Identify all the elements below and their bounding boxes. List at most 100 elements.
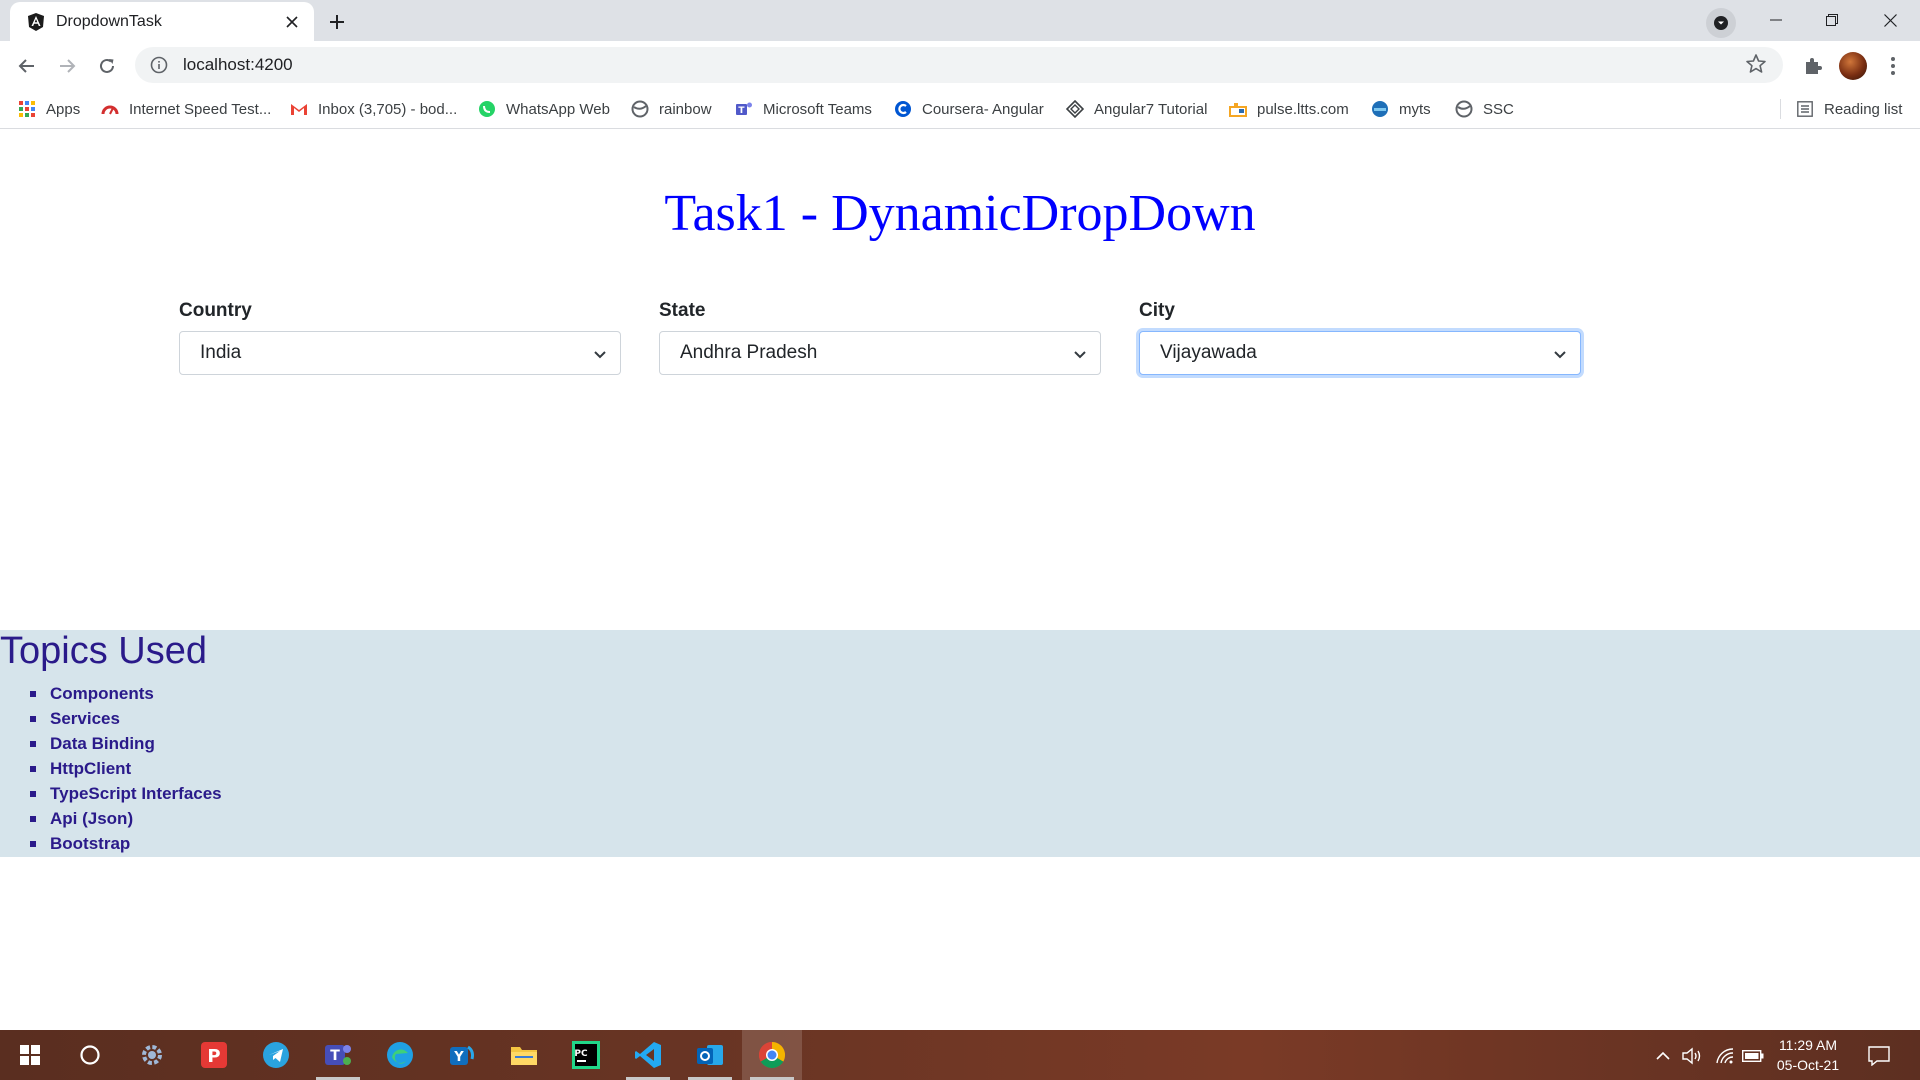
teams-icon: T [325,1045,351,1065]
forward-button[interactable] [50,49,84,83]
star-icon[interactable] [1745,53,1769,77]
topic-label: Components [50,683,154,703]
extensions-button[interactable] [1796,49,1830,83]
topic-label: Bootstrap [50,833,131,853]
list-item: Api (Json) [30,806,222,831]
show-hidden-icons-button[interactable] [1652,1045,1674,1067]
battery-button[interactable] [1742,1045,1764,1067]
chevron-down-icon [1552,346,1568,362]
profile-button[interactable] [1836,49,1870,83]
apps-grid-icon [18,100,36,118]
city-field: City Vijayawada [1139,300,1581,375]
info-icon[interactable] [149,55,169,75]
back-button[interactable] [10,49,44,83]
globe-icon [1455,100,1473,118]
volume-button[interactable] [1682,1045,1704,1067]
bookmark-pulse[interactable]: pulse.ltts.com [1229,97,1349,121]
taskbar-clock[interactable]: 11:29 AM 05-Oct-21 [1770,1035,1846,1075]
bookmark-label: Inbox (3,705) - bod... [318,100,458,118]
bookmark-apps[interactable]: Apps [18,97,80,121]
whatsapp-icon [478,100,496,118]
network-button[interactable] [1714,1045,1736,1067]
browser-tab[interactable]: DropdownTask [10,2,314,41]
list-item: HttpClient [30,756,222,781]
bullet-icon [30,790,36,797]
bookmark-label: Internet Speed Test... [129,100,272,118]
bookmarks-separator [1780,99,1781,119]
reading-list-button[interactable]: Reading list [1796,97,1902,121]
topic-label: Data Binding [50,733,155,753]
taskbar-pycharm[interactable]: PC [556,1030,616,1080]
outlook-icon [697,1045,723,1065]
speedometer-icon [101,100,119,118]
bookmark-label: WhatsApp Web [506,100,610,118]
notification-icon [1868,1046,1890,1066]
taskbar-vscode[interactable] [618,1030,678,1080]
chrome-icon [758,1041,786,1069]
file-explorer-icon [511,1047,537,1065]
action-center-button[interactable] [1868,1045,1890,1067]
chevron-down-icon [1714,16,1728,30]
topic-label: Services [50,708,120,728]
city-select[interactable]: Vijayawada [1139,331,1581,375]
wifi-icon [1716,1048,1734,1064]
country-selected-value: India [200,342,242,363]
bullet-icon [30,765,36,772]
country-field: Country India [179,300,621,375]
start-button[interactable] [0,1030,60,1080]
new-tab-button[interactable] [320,5,354,39]
bookmark-ssc[interactable]: SSC [1455,97,1514,121]
reload-button[interactable] [90,49,124,83]
bookmarks-bar: Apps Internet Speed Test... Inbox (3,705… [0,89,1920,129]
tab-search-button[interactable] [1706,8,1736,38]
bookmark-teams[interactable]: T Microsoft Teams [735,97,872,121]
kebab-menu-icon [1891,57,1895,75]
menu-button[interactable] [1876,49,1910,83]
taskbar-file-explorer[interactable] [494,1030,554,1080]
bookmark-gmail[interactable]: Inbox (3,705) - bod... [290,97,457,121]
bookmark-label: myts [1399,100,1431,118]
minimize-button[interactable] [1748,0,1804,40]
reading-list-icon [1796,100,1814,118]
pycharm-icon: PC [572,1041,600,1069]
bookmark-whatsapp[interactable]: WhatsApp Web [478,97,610,121]
browser-toolbar: localhost:4200 [0,41,1920,89]
taskbar-outlook[interactable] [680,1030,740,1080]
taskbar-edge[interactable] [370,1030,430,1080]
svg-text:T: T [330,1048,340,1064]
address-bar[interactable]: localhost:4200 [135,47,1783,83]
windows-start-icon [20,1045,40,1065]
bookmark-myts[interactable]: myts [1371,97,1431,121]
restore-button[interactable] [1804,0,1860,40]
topics-list: Components Services Data Binding HttpCli… [30,681,222,856]
taskbar-settings[interactable] [122,1030,182,1080]
close-window-button[interactable] [1862,0,1918,40]
taskbar-chrome[interactable] [742,1030,802,1080]
bookmark-rainbow[interactable]: rainbow [631,97,712,121]
bookmark-coursera[interactable]: Coursera- Angular [894,97,1044,121]
city-selected-value: Vijayawada [1160,342,1257,363]
list-item: Bootstrap [30,831,222,856]
list-item: Data Binding [30,731,222,756]
pulse-icon [1229,100,1247,118]
url-text[interactable]: localhost:4200 [183,55,1745,75]
taskbar-yammer[interactable]: Y [432,1030,492,1080]
battery-icon [1742,1050,1764,1062]
gmail-icon [290,100,308,118]
svg-text:P: P [207,1046,220,1067]
topic-label: TypeScript Interfaces [50,783,222,803]
page-title: Task1 - DynamicDropDown [664,185,1256,242]
bookmark-speedtest[interactable]: Internet Speed Test... [101,97,271,121]
taskbar-teams[interactable]: T [308,1030,368,1080]
search-button[interactable] [60,1030,120,1080]
close-icon[interactable] [278,8,306,36]
taskbar-telegram[interactable] [246,1030,306,1080]
bookmark-angular7[interactable]: Angular7 Tutorial [1066,97,1207,121]
taskbar-pocket[interactable]: P [184,1030,244,1080]
arrow-right-icon [60,59,76,73]
city-label: City [1139,300,1175,321]
bullet-icon [30,815,36,822]
speaker-icon [1682,1047,1701,1065]
country-select[interactable]: India [179,331,621,375]
state-select[interactable]: Andhra Pradesh [659,331,1101,375]
